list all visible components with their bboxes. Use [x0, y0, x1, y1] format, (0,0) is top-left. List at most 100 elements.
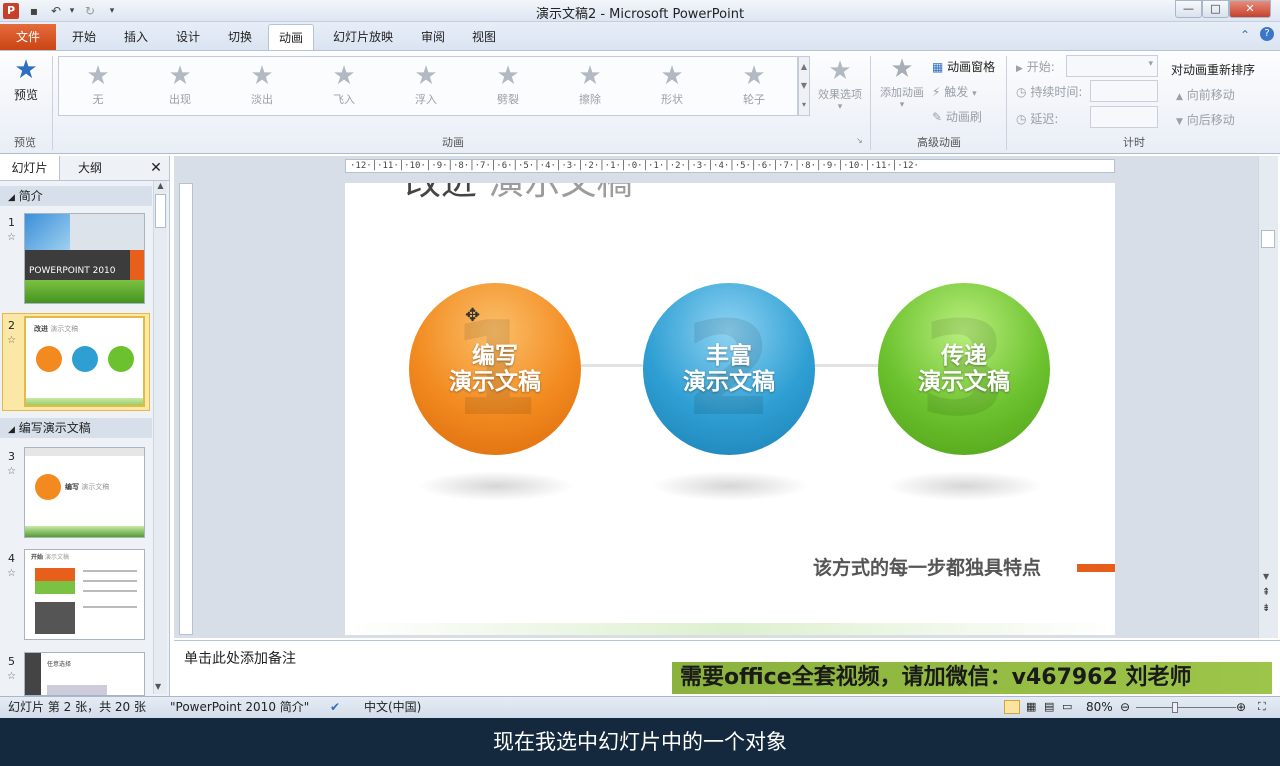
add-animation-button[interactable]: ★ 添加动画 ▾ [876, 54, 928, 110]
dialog-launcher-icon[interactable]: ↘ [856, 136, 863, 145]
zoom-slider[interactable] [1136, 707, 1236, 708]
undo-icon[interactable]: ↶ [48, 3, 64, 19]
move-cursor-icon: ✥ [465, 305, 481, 326]
preview-button[interactable]: ★ 预览 [6, 54, 46, 103]
circle-deliver[interactable]: 3 传递 演示文稿 [878, 283, 1050, 455]
language-indicator[interactable]: 中文(中国) [364, 697, 421, 717]
vertical-ruler [179, 183, 193, 635]
tab-slideshow[interactable]: 幻灯片放映 [323, 24, 403, 50]
animation-star-icon: ☆ [7, 466, 16, 477]
star-icon: ★ [496, 61, 520, 91]
thumb-caption: POWERPOINT 2010 [29, 266, 116, 276]
slide-canvas[interactable]: 改进 演示文稿 1 编写演示文稿 2 丰富演示文稿 3 传递演示文稿 该方式的每… [345, 183, 1115, 635]
circle-shadow [651, 471, 809, 501]
circle-write[interactable]: 1 编写 演示文稿 [409, 283, 581, 455]
effect-options-button[interactable]: ★ 效果选项 ▾ [814, 56, 866, 112]
tab-insert[interactable]: 插入 [114, 24, 158, 50]
tab-animations[interactable]: 动画 [268, 24, 315, 50]
animation-pane-button[interactable]: ▦ 动画窗格 [932, 58, 995, 75]
slide-thumbnail-5[interactable]: 任意选择 [24, 652, 145, 696]
section-intro[interactable]: ◢ 简介 [0, 186, 152, 206]
minimize-button[interactable]: — [1175, 0, 1202, 18]
move-later-button[interactable]: ▼ 向后移动 [1176, 111, 1235, 128]
spellcheck-icon[interactable]: ✔ [330, 697, 340, 717]
tab-file[interactable]: 文件 [0, 24, 56, 50]
close-button[interactable]: ✕ [1229, 0, 1271, 18]
scroll-thumb[interactable] [155, 194, 166, 228]
feature-text[interactable]: 该方式的每一步都独具特点 [813, 553, 1041, 580]
editor-scrollbar[interactable]: ▼ ⇞ ⇟ [1258, 156, 1278, 638]
animation-none[interactable]: ★ 无 [63, 61, 133, 113]
start-select[interactable]: ▾ [1066, 55, 1158, 77]
slide-thumbnail-3[interactable]: 编写 演示文稿 [24, 447, 145, 538]
maximize-button[interactable]: □ [1202, 0, 1229, 18]
section-writing[interactable]: ◢ 编写演示文稿 [0, 418, 152, 438]
scroll-down-icon[interactable]: ▼ [1263, 572, 1269, 581]
animation-fly-in[interactable]: ★ 飞入 [309, 61, 379, 113]
slide-number: 4 [8, 552, 15, 565]
tab-home[interactable]: 开始 [62, 24, 106, 50]
animation-float-in[interactable]: ★ 浮入 [391, 61, 461, 113]
zoom-out-icon[interactable]: ⊖ [1120, 697, 1130, 717]
reorder-heading: 对动画重新排序 [1171, 63, 1256, 77]
zoom-in-icon[interactable]: ⊕ [1236, 697, 1246, 717]
collapse-icon: ◢ [8, 425, 15, 435]
slide-thumbnail-2[interactable]: 改进 演示文稿 [24, 316, 145, 407]
tab-design[interactable]: 设计 [166, 24, 210, 50]
duration-spinner[interactable] [1090, 80, 1158, 102]
scroll-up-icon[interactable]: ▲ [154, 181, 167, 190]
animation-appear[interactable]: ★ 出现 [145, 61, 215, 113]
zoom-slider-thumb[interactable] [1172, 702, 1178, 713]
lightning-icon: ⚡ [932, 85, 941, 99]
tab-outline[interactable]: 大纲 [62, 156, 118, 180]
chevron-down-icon: ▾ [837, 102, 843, 112]
redo-icon[interactable]: ↻ [82, 3, 98, 19]
move-earlier-button[interactable]: ▲ 向前移动 [1176, 86, 1235, 103]
slides-panel: 幻灯片 大纲 ✕ ◢ 简介 1 ☆ POWERPOINT 2010 2 ☆ 改进… [0, 156, 170, 696]
tab-view[interactable]: 视图 [462, 24, 506, 50]
trigger-button[interactable]: ⚡ 触发 ▾ [932, 83, 977, 100]
animation-painter-button[interactable]: ✎ 动画刷 [932, 108, 982, 125]
panel-scrollbar[interactable]: ▲ [153, 181, 167, 694]
customize-quick-access-icon[interactable]: ▾ [104, 3, 120, 19]
scroll-down-icon[interactable]: ▼ [155, 682, 161, 691]
delay-label: ◷ 延迟: [1016, 112, 1059, 126]
gallery-scroll[interactable]: ▲ ▼ ▾ [798, 56, 810, 116]
slide-sorter-icon[interactable]: ▦ [1026, 697, 1036, 717]
theme-name[interactable]: "PowerPoint 2010 简介" [170, 697, 309, 717]
next-slide-icon[interactable]: ⇟ [1262, 604, 1270, 614]
previous-slide-icon[interactable]: ⇞ [1262, 588, 1270, 598]
circle-shadow [417, 471, 575, 501]
notes-placeholder[interactable]: 单击此处添加备注 [184, 648, 296, 668]
ribbon-separator [52, 56, 53, 150]
minimize-ribbon-icon[interactable]: ⌃ [1240, 28, 1250, 42]
delay-spinner[interactable] [1090, 106, 1158, 128]
save-icon[interactable]: ▪ [26, 3, 42, 19]
animation-wheel[interactable]: ★ 轮子 [719, 61, 789, 113]
animation-shape[interactable]: ★ 形状 [637, 61, 707, 113]
star-icon: ★ [86, 61, 110, 91]
slideshow-view-icon[interactable]: ▭ [1062, 697, 1072, 717]
normal-view-icon[interactable] [1004, 700, 1020, 714]
close-panel-icon[interactable]: ✕ [146, 156, 166, 180]
animation-split[interactable]: ★ 劈裂 [473, 61, 543, 113]
fit-to-window-icon[interactable]: ⛶ [1258, 697, 1266, 717]
scroll-thumb[interactable] [1261, 230, 1275, 248]
circle-enrich[interactable]: 2 丰富 演示文稿 [643, 283, 815, 455]
chevron-down-icon: ▾ [972, 89, 977, 99]
slide-thumbnail-1[interactable]: POWERPOINT 2010 [24, 213, 145, 304]
animation-fade[interactable]: ★ 淡出 [227, 61, 297, 113]
play-icon: ▶ [1016, 64, 1023, 74]
accent-bar [1077, 564, 1115, 572]
zoom-level[interactable]: 80% [1086, 697, 1113, 717]
animation-wipe[interactable]: ★ 擦除 [555, 61, 625, 113]
undo-dropdown-icon[interactable]: ▾ [64, 3, 80, 19]
slide-title[interactable]: 改进 演示文稿 [405, 183, 632, 205]
help-icon[interactable]: ? [1260, 27, 1274, 41]
slide-thumbnail-4[interactable]: 开始 演示文稿 [24, 549, 145, 640]
tab-slides[interactable]: 幻灯片 [0, 156, 60, 180]
tab-transitions[interactable]: 切换 [218, 24, 262, 50]
tab-review[interactable]: 审阅 [411, 24, 455, 50]
reading-view-icon[interactable]: ▤ [1044, 697, 1054, 717]
powerpoint-app-icon[interactable]: P [3, 3, 19, 19]
